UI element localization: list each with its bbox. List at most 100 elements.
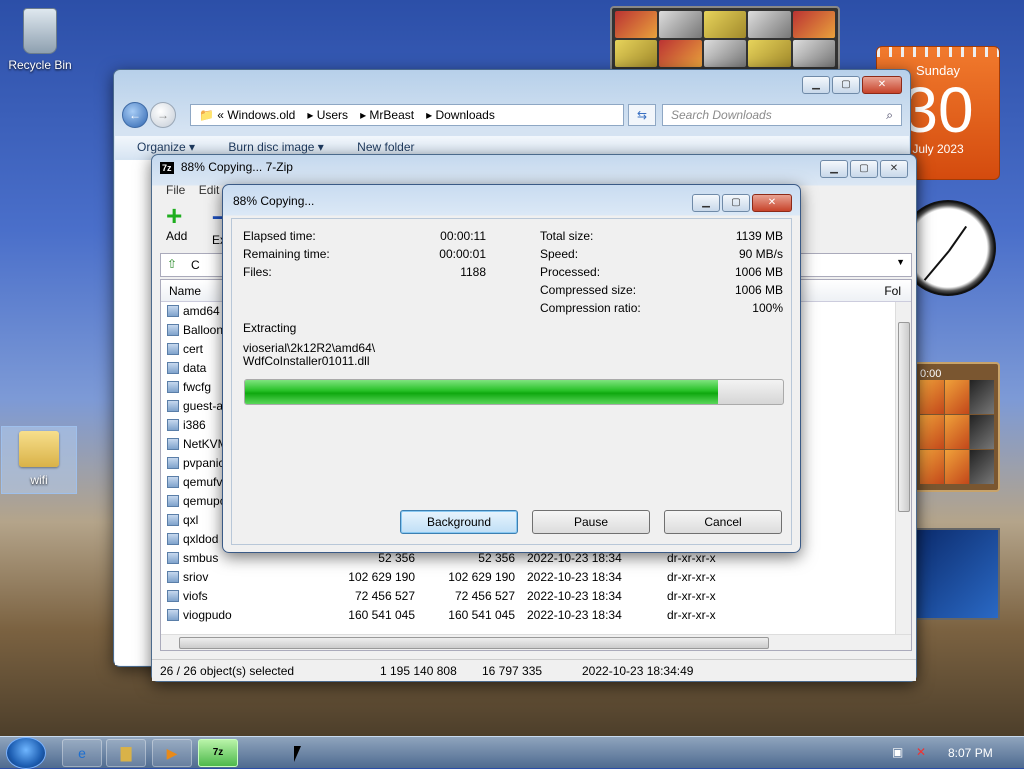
menu-edit[interactable]: Edit	[199, 183, 220, 197]
folder-icon	[167, 495, 179, 507]
breadcrumb-windows-old[interactable]: Windows.old	[227, 108, 295, 122]
add-button-label[interactable]: Add	[166, 229, 187, 243]
processed-value: 1006 MB	[734, 265, 783, 279]
current-file: WdfCoInstaller01011.dll	[243, 354, 370, 368]
wifi-folder-label: wifi	[30, 473, 48, 487]
maximize-button[interactable]: ▢	[722, 194, 750, 212]
file-attributes: dr-xr-xr-x	[667, 551, 716, 565]
cancel-button[interactable]: Cancel	[664, 510, 782, 534]
taskbar-clock[interactable]: 8:07 PM	[948, 746, 993, 760]
start-button[interactable]	[6, 737, 46, 769]
forward-button[interactable]: →	[150, 102, 176, 128]
breadcrumb-users[interactable]: Users	[317, 108, 348, 122]
maximize-button[interactable]: ▢	[832, 76, 860, 94]
back-button[interactable]: ←	[122, 102, 148, 128]
taskbar: e ▇ ▶ 7z ▣ ✕ 8:07 PM	[0, 736, 1024, 769]
compressed-size-value: 1006 MB	[734, 283, 783, 297]
file-modified: 2022-10-23 18:34	[527, 551, 622, 565]
folder-icon	[167, 609, 179, 621]
processed-label: Processed:	[540, 265, 601, 279]
elapsed-value: 00:00:11	[440, 229, 486, 243]
search-icon[interactable]: ⌕	[886, 108, 893, 123]
copy-progress-dialog[interactable]: 88% Copying... ▁ ▢ ✕ Elapsed time: 00:00…	[222, 184, 801, 553]
burn-disc-image-button[interactable]: Burn disc image ▾	[228, 140, 323, 154]
file-name: data	[183, 361, 207, 375]
maximize-button[interactable]: ▢	[850, 160, 878, 178]
status-selected: 26 / 26 object(s) selected	[160, 664, 295, 678]
elapsed-label: Elapsed time:	[243, 229, 316, 243]
sevenzip-title: 7z 88% Copying... 7-Zip	[160, 160, 293, 174]
file-packed-size: 160 541 045	[448, 608, 515, 622]
organize-button[interactable]: Organize ▾	[137, 140, 195, 154]
close-button[interactable]: ✕	[880, 160, 908, 178]
media-player-icon[interactable]: ▶	[152, 739, 192, 767]
search-input[interactable]: Search Downloads ⌕	[662, 104, 902, 126]
file-name: qemufv	[183, 475, 223, 489]
file-name: cert	[183, 342, 204, 356]
file-name: smbus	[183, 551, 219, 565]
status-modified: 2022-10-23 18:34:49	[582, 664, 694, 678]
file-attributes: dr-xr-xr-x	[667, 570, 716, 584]
compression-ratio-value: 100%	[752, 301, 783, 315]
file-name: amd64	[183, 304, 220, 318]
column-name[interactable]: Name	[169, 284, 201, 298]
progress-bar	[244, 379, 784, 405]
up-folder-icon[interactable]: ⇧	[167, 257, 177, 271]
picture-puzzle-gadget[interactable]: 0:00	[914, 362, 1000, 492]
explorer-taskbar-icon[interactable]: ▇	[106, 739, 146, 767]
sevenzip-taskbar-button[interactable]: 7z	[198, 739, 238, 767]
close-button[interactable]: ✕	[752, 194, 792, 212]
file-size: 102 629 190	[348, 570, 415, 584]
file-name: Balloon	[183, 323, 224, 337]
vertical-scrollbar[interactable]	[895, 302, 911, 636]
progress-fill	[245, 380, 719, 404]
horizontal-scrollbar[interactable]	[161, 634, 911, 650]
add-icon[interactable]: +	[166, 202, 187, 230]
folder-icon	[167, 400, 179, 412]
new-folder-button[interactable]: New folder	[357, 140, 414, 154]
folder-icon	[167, 438, 179, 450]
minimize-button[interactable]: ▁	[692, 194, 720, 212]
compressed-size-label: Compressed size:	[540, 283, 637, 297]
files-label: Files:	[243, 265, 272, 279]
remaining-label: Remaining time:	[243, 247, 330, 261]
wifi-folder-icon[interactable]: wifi	[1, 426, 77, 494]
file-name: viofs	[183, 589, 208, 603]
table-row[interactable]: viofs 72 456 527 72 456 527 2022-10-23 18:3…	[161, 587, 911, 606]
address-bar[interactable]: 📁 « Windows.old ▸ Users ▸ MrBeast ▸ Downloa…	[190, 104, 624, 126]
status-total-size: 1 195 140 808	[380, 664, 457, 678]
table-row[interactable]: viogpudo 160 541 045 160 541 045 2022-10-23…	[161, 606, 911, 625]
refresh-icon[interactable]: ⇆	[628, 104, 656, 126]
column-folders[interactable]: Fol	[884, 284, 901, 298]
file-size: 52 356	[378, 551, 415, 565]
breadcrumb-mrbeast[interactable]: MrBeast	[369, 108, 414, 122]
speed-value: 90 MB/s	[738, 247, 783, 261]
internet-explorer-icon[interactable]: e	[62, 739, 102, 767]
path-dropdown-icon[interactable]: ▼	[896, 257, 905, 267]
file-modified: 2022-10-23 18:34	[527, 570, 622, 584]
recycle-bin-label: Recycle Bin	[8, 58, 72, 72]
clock-minute-hand	[923, 250, 950, 281]
total-size-value: 1139 MB	[735, 229, 783, 243]
minimize-button[interactable]: ▁	[802, 76, 830, 94]
folder-icon	[167, 381, 179, 393]
photo-gadget[interactable]	[610, 6, 840, 72]
breadcrumb-downloads[interactable]: Downloads	[435, 108, 494, 122]
menu-file[interactable]: File	[166, 183, 185, 197]
remaining-value: 00:00:01	[439, 247, 486, 261]
background-button[interactable]: Background	[400, 510, 518, 534]
file-name: qxldod	[183, 532, 219, 546]
file-name: pvpanic	[183, 456, 225, 470]
table-row[interactable]: sriov 102 629 190 102 629 190 2022-10-23 18…	[161, 568, 911, 587]
slideshow-gadget[interactable]	[910, 528, 1000, 620]
minimize-button[interactable]: ▁	[820, 160, 848, 178]
volume-muted-icon[interactable]: ✕	[916, 745, 926, 759]
dialog-title: 88% Copying...	[233, 194, 315, 208]
pause-button[interactable]: Pause	[532, 510, 650, 534]
operation-label: Extracting	[243, 321, 297, 335]
recycle-bin-icon[interactable]: Recycle Bin	[2, 8, 78, 72]
file-name: qemupc	[183, 494, 226, 508]
folder-icon	[167, 476, 179, 488]
close-button[interactable]: ✕	[862, 76, 902, 94]
network-icon[interactable]: ▣	[892, 745, 903, 759]
